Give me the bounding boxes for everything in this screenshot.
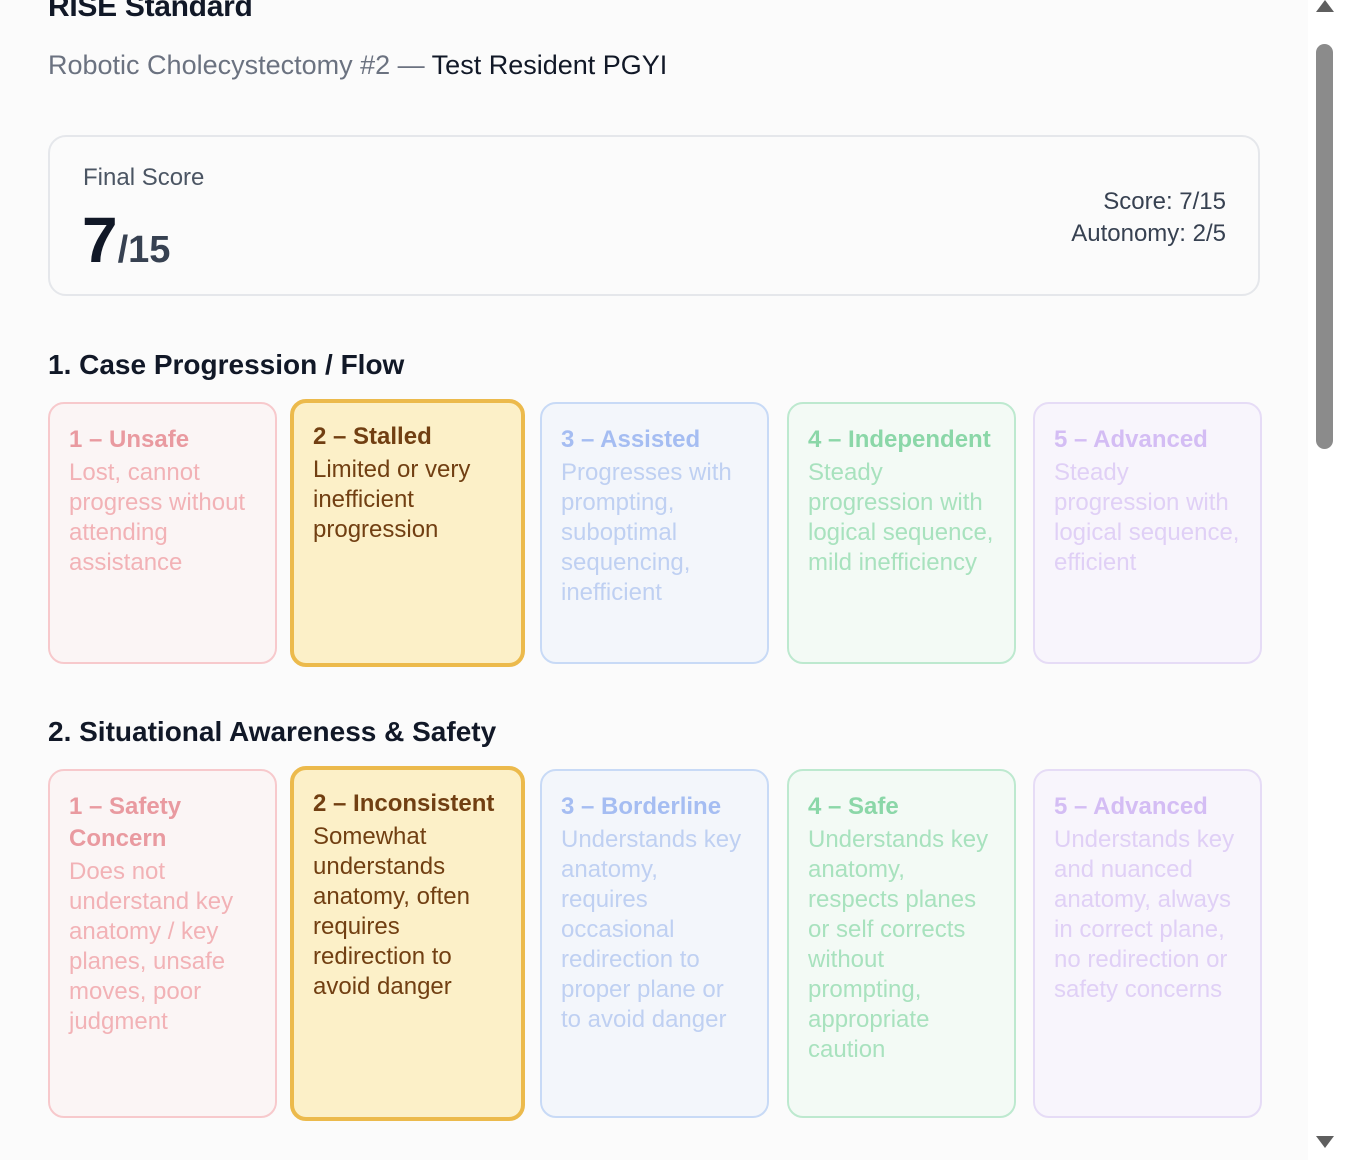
option-title: 1 – Unsafe bbox=[69, 426, 190, 453]
option-card-case-progression-1[interactable]: 1 – Unsafe Lost, cannot progress without… bbox=[48, 402, 277, 664]
option-description: Progresses with prompting, suboptimal se… bbox=[561, 459, 732, 606]
option-card-case-progression-4[interactable]: 4 – Independent Steady progression with … bbox=[787, 402, 1016, 664]
option-card-case-progression-2-selected[interactable]: 2 – Stalled Limited or very inefficient … bbox=[290, 399, 525, 667]
section-heading-situational-awareness: 2. Situational Awareness & Safety bbox=[48, 716, 497, 747]
option-title: 3 – Assisted bbox=[561, 426, 701, 453]
option-description: Does not understand key anatomy / key pl… bbox=[69, 858, 234, 1035]
resident-name: Test Resident PGYI bbox=[431, 50, 668, 80]
option-title: 2 – Stalled bbox=[313, 423, 432, 450]
option-title: 2 – Inconsistent bbox=[313, 790, 495, 817]
option-description: Lost, cannot progress without attending … bbox=[69, 459, 246, 576]
scroll-down-arrow-icon[interactable] bbox=[1316, 1136, 1334, 1148]
option-title: 5 – Advanced bbox=[1054, 793, 1208, 820]
option-card-case-progression-3[interactable]: 3 – Assisted Progresses with prompting, … bbox=[540, 402, 769, 664]
final-score-total: /15 bbox=[117, 229, 171, 271]
final-score-display: 7/15 bbox=[82, 203, 170, 277]
score-summary: Score: 7/15 Autonomy: 2/5 bbox=[1071, 186, 1226, 250]
procedure-name: Robotic Cholecystectomy #2 bbox=[48, 50, 391, 80]
option-description: Understands key anatomy, requires occasi… bbox=[561, 826, 742, 1033]
autonomy-summary-line: Autonomy: 2/5 bbox=[1071, 220, 1226, 247]
option-card-case-progression-5[interactable]: 5 – Advanced Steady progression with log… bbox=[1033, 402, 1262, 664]
option-title: 1 – Safety Concern bbox=[69, 793, 182, 852]
subtitle-separator: — bbox=[390, 50, 432, 80]
score-summary-line: Score: 7/15 bbox=[1103, 188, 1226, 215]
case-subtitle: Robotic Cholecystectomy #2 — Test Reside… bbox=[48, 50, 667, 81]
option-description: Understands key anatomy, respects planes… bbox=[808, 826, 989, 1063]
option-card-situational-awareness-1[interactable]: 1 – Safety Concern Does not understand k… bbox=[48, 769, 277, 1118]
option-description: Understands key and nuanced anatomy, alw… bbox=[1054, 826, 1235, 1003]
option-card-situational-awareness-5[interactable]: 5 – Advanced Understands key and nuanced… bbox=[1033, 769, 1262, 1118]
scroll-up-arrow-icon[interactable] bbox=[1316, 0, 1334, 12]
option-title: 5 – Advanced bbox=[1054, 426, 1208, 453]
option-card-situational-awareness-2-selected[interactable]: 2 – Inconsistent Somewhat understands an… bbox=[290, 766, 525, 1121]
final-score-label: Final Score bbox=[83, 164, 205, 191]
final-score-value: 7 bbox=[82, 204, 118, 276]
section-heading-case-progression: 1. Case Progression / Flow bbox=[48, 349, 405, 380]
page-title: RISE Standard bbox=[48, 0, 253, 23]
option-card-situational-awareness-4[interactable]: 4 – Safe Understands key anatomy, respec… bbox=[787, 769, 1016, 1118]
final-score-card: Final Score 7/15 Score: 7/15 Autonomy: 2… bbox=[48, 135, 1260, 296]
option-description: Steady progression with logical sequence… bbox=[1054, 459, 1240, 576]
evaluation-panel: RISE Standard Robotic Cholecystectomy #2… bbox=[0, 0, 1308, 1160]
option-title: 4 – Independent bbox=[808, 426, 991, 453]
option-description: Steady progression with logical sequence… bbox=[808, 459, 994, 576]
option-description: Somewhat understands anatomy, often requ… bbox=[313, 823, 470, 1000]
option-title: 4 – Safe bbox=[808, 793, 899, 820]
scrollbar-thumb[interactable] bbox=[1316, 44, 1333, 449]
option-card-situational-awareness-3[interactable]: 3 – Borderline Understands key anatomy, … bbox=[540, 769, 769, 1118]
option-title: 3 – Borderline bbox=[561, 793, 722, 820]
option-description: Limited or very inefficient progression bbox=[313, 456, 471, 543]
